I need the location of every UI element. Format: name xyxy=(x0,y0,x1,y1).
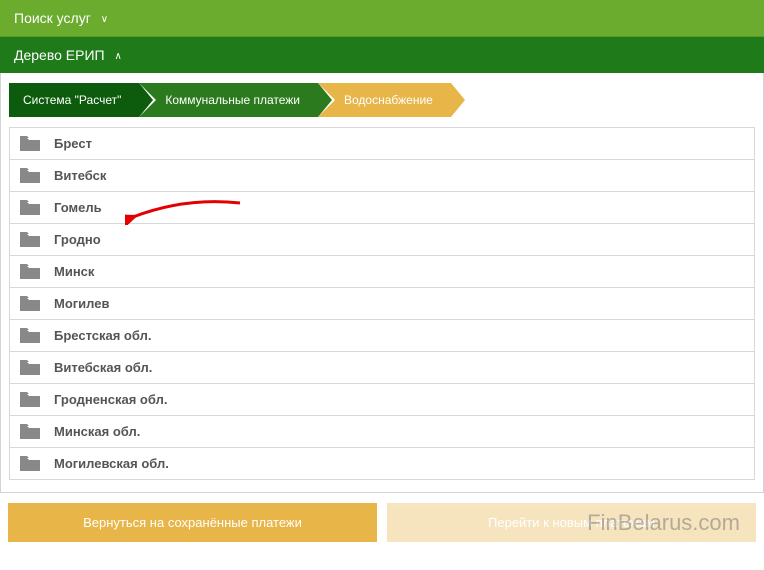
content-area: Система "Расчет" Коммунальные платежи Во… xyxy=(0,73,764,493)
breadcrumb-label: Система "Расчет" xyxy=(23,93,121,107)
list-item-label: Брестская обл. xyxy=(54,328,151,343)
list-item-label: Минская обл. xyxy=(54,424,140,439)
list-item-label: Могилевская обл. xyxy=(54,456,169,471)
folder-icon xyxy=(20,360,40,375)
search-services-label: Поиск услуг xyxy=(14,10,91,26)
list-item[interactable]: Могилев xyxy=(10,288,754,320)
button-label: Перейти к новым платежам xyxy=(488,515,655,530)
folder-icon xyxy=(20,296,40,311)
list-item[interactable]: Минская обл. xyxy=(10,416,754,448)
go-to-new-payments-button[interactable]: Перейти к новым платежам xyxy=(387,503,756,542)
list-item-label: Витебск xyxy=(54,168,106,183)
list-item[interactable]: Витебская обл. xyxy=(10,352,754,384)
list-item[interactable]: Гродненская обл. xyxy=(10,384,754,416)
breadcrumb-label: Водоснабжение xyxy=(344,93,433,107)
erip-tree-label: Дерево ЕРИП xyxy=(14,47,105,63)
search-services-panel[interactable]: Поиск услуг ∨ xyxy=(0,0,764,37)
folder-icon xyxy=(20,328,40,343)
list-item-label: Витебская обл. xyxy=(54,360,152,375)
folder-icon xyxy=(20,232,40,247)
folder-icon xyxy=(20,200,40,215)
list-item-label: Минск xyxy=(54,264,94,279)
erip-tree-panel[interactable]: Дерево ЕРИП ∧ xyxy=(0,37,764,73)
folder-icon xyxy=(20,168,40,183)
breadcrumb-item-water[interactable]: Водоснабжение xyxy=(318,83,451,117)
bottom-bar: Вернуться на сохранённые платежи Перейти… xyxy=(0,493,764,542)
list-item[interactable]: Гродно xyxy=(10,224,754,256)
list-item[interactable]: Минск xyxy=(10,256,754,288)
folder-list: Брест Витебск Гомель Гродно Минск xyxy=(9,127,755,480)
back-to-saved-button[interactable]: Вернуться на сохранённые платежи xyxy=(8,503,377,542)
breadcrumb-label: Коммунальные платежи xyxy=(165,93,300,107)
folder-icon xyxy=(20,424,40,439)
button-label: Вернуться на сохранённые платежи xyxy=(83,515,302,530)
breadcrumb: Система "Расчет" Коммунальные платежи Во… xyxy=(9,83,755,117)
list-item[interactable]: Витебск xyxy=(10,160,754,192)
list-item[interactable]: Брест xyxy=(10,128,754,160)
list-item[interactable]: Брестская обл. xyxy=(10,320,754,352)
folder-icon xyxy=(20,136,40,151)
list-item-label: Могилев xyxy=(54,296,110,311)
list-item-label: Гомель xyxy=(54,200,102,215)
folder-icon xyxy=(20,456,40,471)
list-item[interactable]: Могилевская обл. xyxy=(10,448,754,480)
chevron-down-icon: ∨ xyxy=(101,14,108,25)
folder-icon xyxy=(20,264,40,279)
list-item-label: Брест xyxy=(54,136,92,151)
chevron-up-icon: ∧ xyxy=(115,51,122,62)
folder-icon xyxy=(20,392,40,407)
list-item-label: Гродненская обл. xyxy=(54,392,167,407)
list-item[interactable]: Гомель xyxy=(10,192,754,224)
breadcrumb-item-utilities[interactable]: Коммунальные платежи xyxy=(139,83,318,117)
breadcrumb-item-system[interactable]: Система "Расчет" xyxy=(9,83,139,117)
list-item-label: Гродно xyxy=(54,232,101,247)
